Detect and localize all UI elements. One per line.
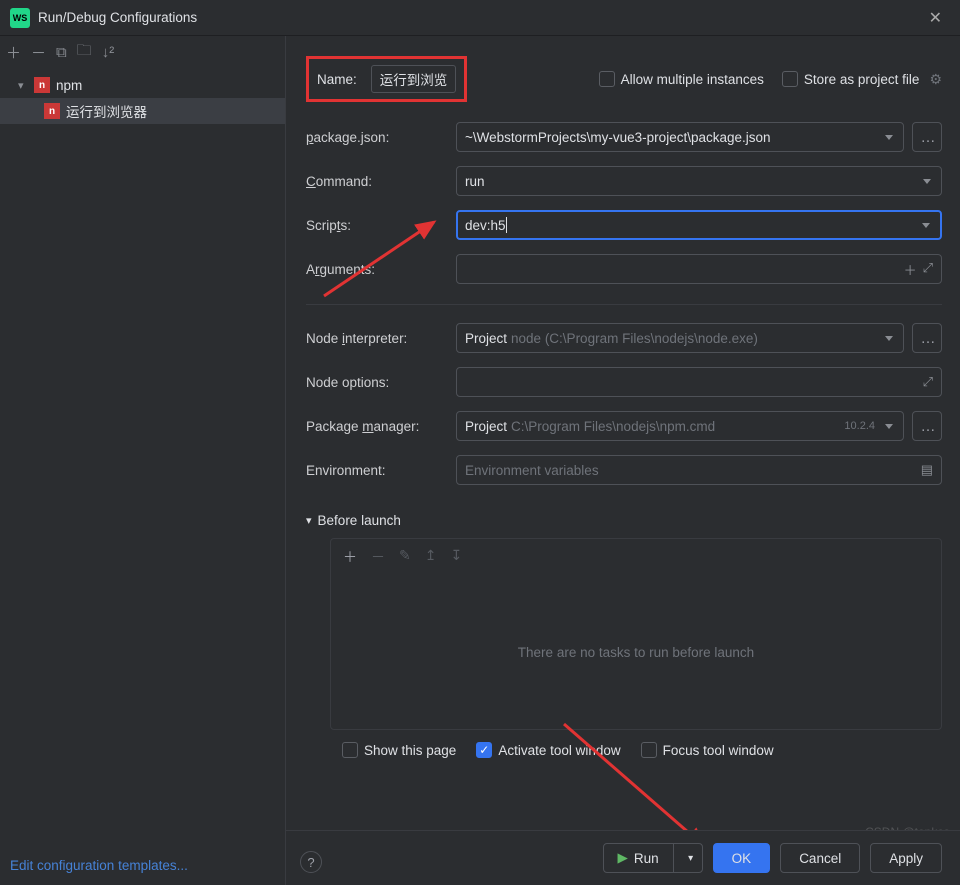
window-title: Run/Debug Configurations — [38, 10, 921, 25]
up-icon[interactable]: ↥ — [425, 547, 437, 567]
app-icon: WS — [10, 8, 30, 28]
before-launch-box: ＋ － ✎ ↥ ↧ There are no tasks to run befo… — [330, 538, 942, 730]
environment-label: Environment: — [306, 463, 456, 478]
help-button[interactable]: ? — [300, 851, 322, 873]
dialog-footer: ? ▶Run ▾ OK Cancel Apply — [286, 830, 960, 885]
name-input[interactable]: 运行到浏览 — [371, 65, 457, 93]
scripts-field[interactable]: dev:h5 — [456, 210, 942, 240]
node-interpreter-label: Node interpreter: — [306, 331, 456, 346]
copy-icon[interactable]: ⧉ — [56, 44, 67, 61]
name-highlight-box: Name: 运行到浏览 — [306, 56, 467, 102]
plus-icon[interactable]: ＋ — [904, 260, 917, 279]
arguments-field[interactable]: ＋⤢ — [456, 254, 942, 284]
list-icon[interactable]: ▤ — [921, 462, 933, 478]
node-options-label: Node options: — [306, 375, 456, 390]
npm-icon: n — [34, 77, 50, 93]
browse-button[interactable]: … — [912, 411, 942, 441]
run-button[interactable]: ▶Run ▾ — [603, 843, 703, 873]
folder-icon[interactable]: 🗀 — [77, 40, 92, 65]
package-manager-field[interactable]: Project C:\Program Files\nodejs\npm.cmd … — [456, 411, 904, 441]
play-icon: ▶ — [618, 850, 628, 866]
activate-tool-checkbox[interactable]: ✓Activate tool window — [476, 742, 620, 758]
node-interpreter-field[interactable]: Project node (C:\Program Files\nodejs\no… — [456, 323, 904, 353]
chevron-down-icon: ▾ — [18, 79, 30, 92]
expand-icon[interactable]: ⤢ — [923, 374, 933, 390]
tree-item-config[interactable]: n 运行到浏览器 — [0, 98, 285, 124]
before-launch-header[interactable]: ▾ Before launch — [306, 513, 942, 528]
remove-icon[interactable]: － — [31, 42, 46, 63]
tree-item-label: 运行到浏览器 — [66, 101, 147, 121]
node-options-field[interactable]: ⤢ — [456, 367, 942, 397]
sort-icon[interactable]: ↓² — [102, 44, 115, 61]
ok-button[interactable]: OK — [713, 843, 771, 873]
cancel-button[interactable]: Cancel — [780, 843, 860, 873]
content-panel: Name: 运行到浏览 Allow multiple instances Sto… — [286, 36, 960, 885]
package-json-label: package.json: — [306, 130, 456, 145]
apply-button[interactable]: Apply — [870, 843, 942, 873]
remove-task-icon[interactable]: － — [371, 547, 385, 567]
name-label: Name: — [317, 72, 357, 87]
gear-icon[interactable]: ⚙ — [929, 71, 942, 88]
npm-icon: n — [44, 103, 60, 119]
titlebar: WS Run/Debug Configurations ✕ — [0, 0, 960, 36]
expand-icon[interactable]: ⤢ — [923, 260, 933, 279]
browse-button[interactable]: … — [912, 122, 942, 152]
close-icon[interactable]: ✕ — [921, 4, 950, 32]
tree-group-label: npm — [56, 78, 82, 93]
allow-multiple-checkbox[interactable]: Allow multiple instances — [599, 71, 764, 87]
sidebar-toolbar: ＋ － ⧉ 🗀 ↓² — [0, 36, 285, 68]
chevron-down-icon: ▾ — [306, 514, 312, 527]
edit-task-icon[interactable]: ✎ — [399, 547, 411, 567]
command-field[interactable]: run — [456, 166, 942, 196]
focus-tool-checkbox[interactable]: Focus tool window — [641, 742, 774, 758]
add-icon[interactable]: ＋ — [6, 42, 21, 63]
package-json-field[interactable]: ~\WebstormProjects\my-vue3-project\packa… — [456, 122, 904, 152]
arguments-label: Arguments: — [306, 262, 456, 277]
command-label: Command: — [306, 174, 456, 189]
section-divider — [306, 304, 942, 305]
package-manager-label: Package manager: — [306, 419, 456, 434]
tasks-empty-label: There are no tasks to run before launch — [331, 575, 941, 729]
sidebar: ＋ － ⧉ 🗀 ↓² ▾ n npm n 运行到浏览器 Edit configu… — [0, 36, 286, 885]
store-project-checkbox[interactable]: Store as project file ⚙ — [782, 71, 942, 88]
tasks-toolbar: ＋ － ✎ ↥ ↧ — [331, 539, 941, 575]
environment-field[interactable]: Environment variables ▤ — [456, 455, 942, 485]
show-page-checkbox[interactable]: Show this page — [342, 742, 456, 758]
add-task-icon[interactable]: ＋ — [343, 547, 357, 567]
scripts-label: Scripts: — [306, 218, 456, 233]
run-dropdown[interactable]: ▾ — [680, 853, 702, 864]
config-tree: ▾ n npm n 运行到浏览器 — [0, 68, 285, 846]
edit-templates-link[interactable]: Edit configuration templates... — [0, 846, 285, 885]
browse-button[interactable]: … — [912, 323, 942, 353]
down-icon[interactable]: ↧ — [450, 547, 462, 567]
tree-group-npm[interactable]: ▾ n npm — [0, 72, 285, 98]
